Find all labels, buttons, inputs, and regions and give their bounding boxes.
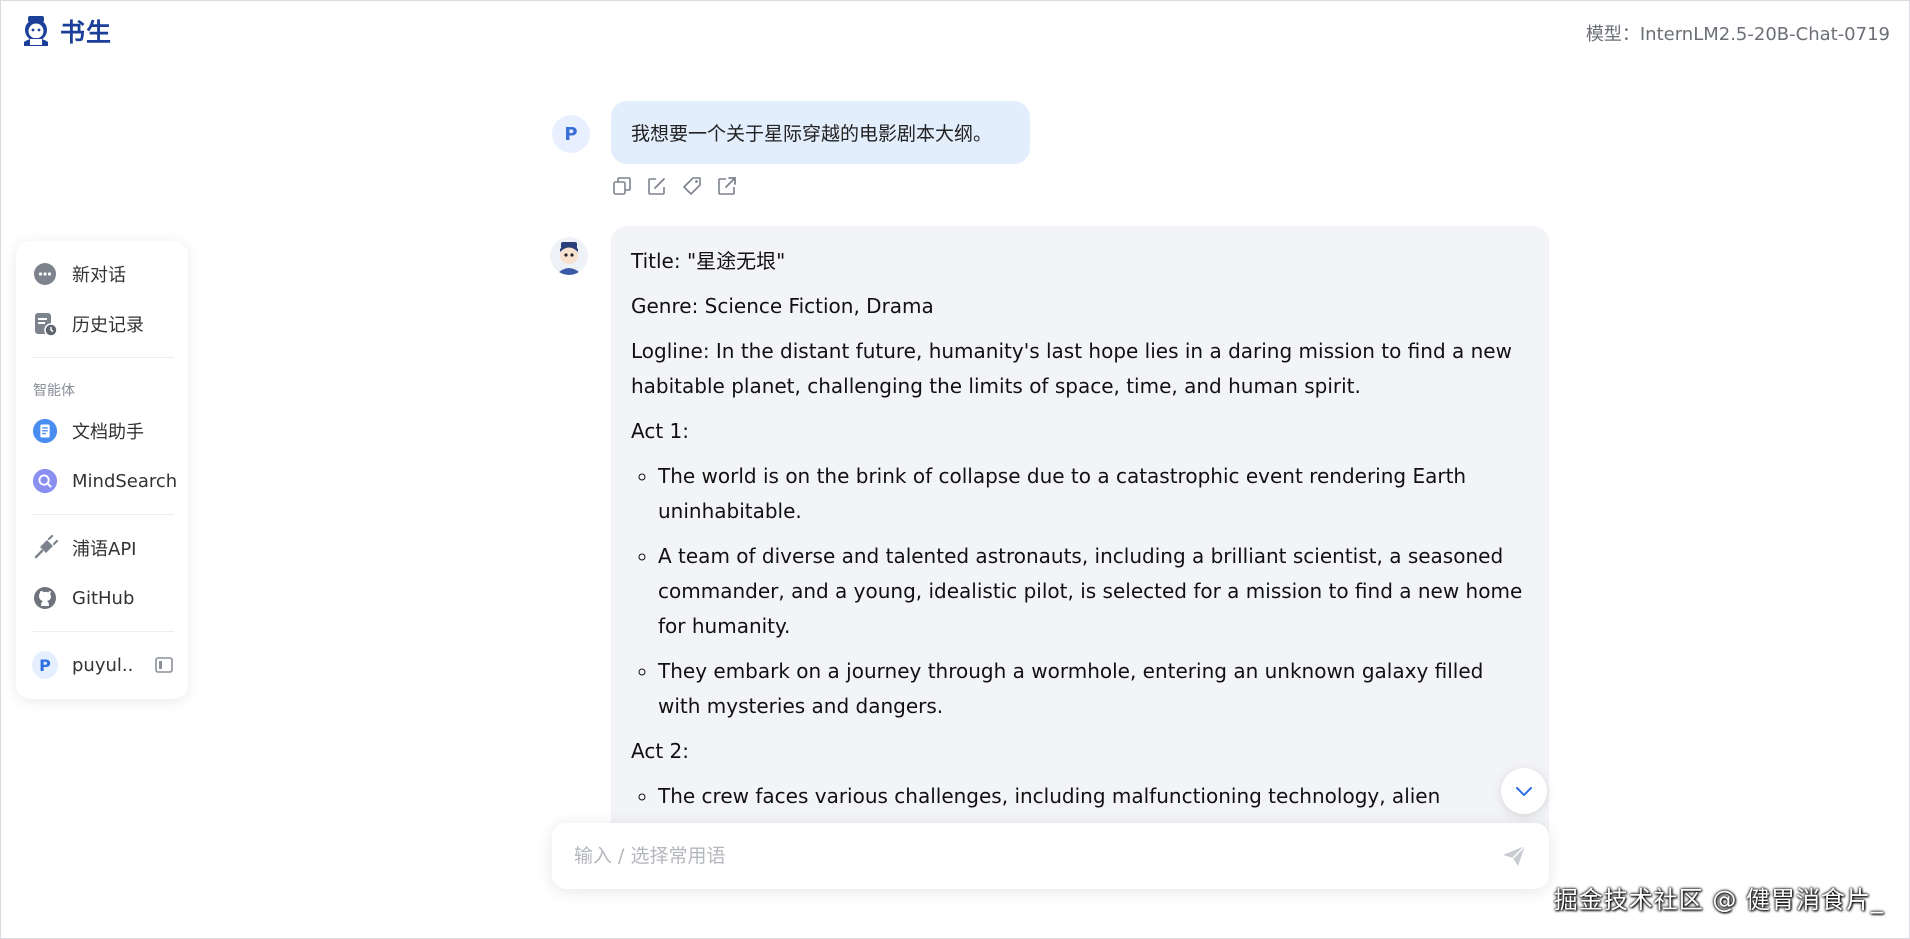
sidebar-item-mindsearch[interactable]: MindSearch [16,456,188,506]
script-title: Title: "星途无垠" [631,249,786,273]
chat-user-avatar: P [552,115,590,153]
user-message: 我想要一个关于星际穿越的电影剧本大纲。 [611,101,1030,164]
scroll-to-bottom-button[interactable] [1501,768,1547,814]
copy-icon[interactable] [611,175,633,197]
model-label: 模型：InternLM2.5-20B-Chat-0719 [1585,24,1890,45]
sidebar-item-history[interactable]: 历史记录 [16,299,188,349]
sidebar-divider [32,514,174,515]
share-icon[interactable] [716,175,738,197]
tag-icon[interactable] [681,175,703,197]
act1-heading: Act 1: [631,419,689,443]
sidebar: 新对话 历史记录 智能体 文档助手 MindSearch 浦语API GitHu… [16,241,188,699]
api-plug-icon [32,535,58,561]
assistant-message: Title: "星途无垠" Genre: Science Fiction, Dr… [611,226,1549,846]
assistant-mascot-icon [550,237,588,275]
script-genre: Genre: Science Fiction, Drama [631,294,934,318]
user-avatar-letter: P [32,651,58,679]
sidebar-user[interactable]: P puyul... [16,640,188,690]
sidebar-divider [32,631,174,632]
sidebar-item-label: 浦语API [72,539,137,560]
sidebar-collapse-icon[interactable] [154,655,174,675]
sidebar-divider [32,357,174,358]
act2-heading: Act 2: [631,739,689,763]
chat-input-container [552,823,1549,889]
sidebar-item-label: 文档助手 [72,422,144,443]
sidebar-item-api[interactable]: 浦语API [16,523,188,573]
act1-list: The world is on the brink of collapse du… [631,459,1529,724]
sidebar-item-doc-assistant[interactable]: 文档助手 [16,406,188,456]
sidebar-item-github[interactable]: GitHub [16,573,188,623]
edit-icon[interactable] [646,175,668,197]
document-assistant-icon [32,418,58,444]
assistant-avatar [550,237,588,275]
user-name: puyul... [72,654,134,676]
shusheng-mascot-icon [24,16,48,46]
mindsearch-icon [32,468,58,494]
chevron-down-icon [1516,787,1532,796]
list-item: A team of diverse and talented astronaut… [658,539,1529,644]
list-item: They embark on a journey through a wormh… [658,654,1529,724]
send-icon[interactable] [1499,841,1529,871]
sidebar-item-new-chat[interactable]: 新对话 [16,249,188,299]
history-icon [32,311,58,337]
sidebar-item-label: 历史记录 [72,315,144,336]
sidebar-item-label: 新对话 [72,265,126,286]
sidebar-item-label: GitHub [72,587,135,609]
sidebar-section-title: 智能体 [33,383,75,399]
sidebar-item-label: MindSearch [72,470,178,492]
chat-bubble-icon [32,261,58,287]
user-avatar: P [32,651,58,679]
brand-name: 书生 [60,18,113,47]
watermark: 掘金技术社区 @ 健胃消食片_ [1553,886,1884,914]
script-logline: Logline: In the distant future, humanity… [631,339,1512,398]
github-icon [32,585,58,611]
chat-input[interactable] [572,844,1499,868]
list-item: The world is on the brink of collapse du… [658,459,1529,529]
app-logo[interactable]: 书生 [18,12,112,50]
message-actions [611,175,738,197]
